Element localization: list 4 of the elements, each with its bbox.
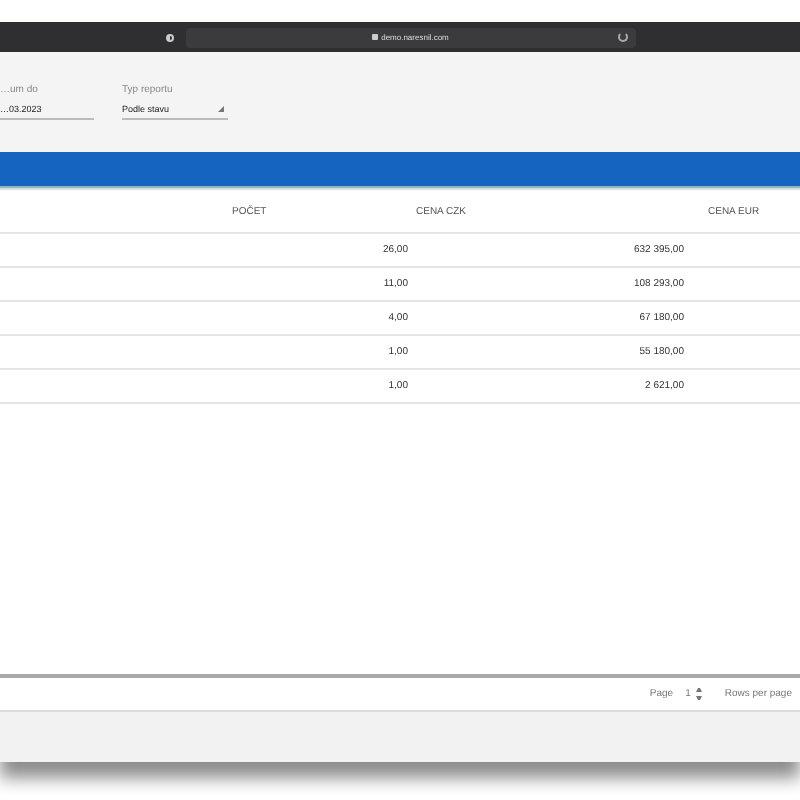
lock-icon bbox=[371, 34, 378, 40]
dropdown-arrow-icon bbox=[218, 106, 224, 112]
reload-icon[interactable] bbox=[617, 32, 627, 42]
privacy-icon[interactable] bbox=[165, 33, 173, 41]
